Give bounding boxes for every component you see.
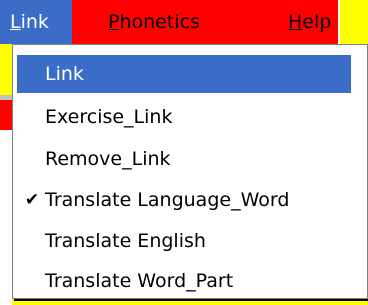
menu-link-label-rest: ink	[20, 11, 49, 33]
menu-bar: Link Phonetics Help	[0, 0, 340, 44]
menu-item-label: Translate Word_Part	[45, 270, 234, 292]
menu-item-label: Translate English	[45, 230, 206, 252]
menu-item-remove-link[interactable]: Remove_Link	[17, 140, 351, 178]
background-content-area	[0, 130, 12, 305]
menu-item-label: Translate Language_Word	[45, 189, 290, 211]
menu-item-label: Link	[45, 63, 84, 85]
menu-item-exercise-link[interactable]: Exercise_Link	[17, 98, 351, 136]
menu-link-mnemonic: L	[10, 11, 21, 33]
app-window: Link Phonetics Help Link Exercise_Link R…	[0, 0, 368, 305]
menu-item-translate-word-part[interactable]: Translate Word_Part	[17, 262, 351, 300]
menu-link[interactable]: Link	[0, 0, 72, 44]
menu-phonetics-mnemonic: P	[108, 11, 120, 33]
menu-help-mnemonic: H	[288, 11, 303, 33]
menu-item-translate-language-word[interactable]: ✔ Translate Language_Word	[17, 181, 351, 219]
menu-phonetics-label-rest: honetics	[119, 11, 200, 33]
menu-help[interactable]: Help	[278, 0, 341, 44]
link-dropdown-menu: Link Exercise_Link Remove_Link ✔ Transla…	[12, 44, 368, 299]
menu-item-label: Exercise_Link	[45, 106, 173, 128]
background-red-band	[0, 100, 12, 130]
menu-item-link[interactable]: Link	[17, 55, 351, 93]
menu-item-translate-english[interactable]: Translate English	[17, 222, 351, 260]
checkmark-icon: ✔	[24, 190, 40, 210]
menu-item-label: Remove_Link	[45, 148, 171, 170]
menu-phonetics[interactable]: Phonetics	[98, 0, 210, 44]
menu-help-label-rest: elp	[302, 11, 332, 33]
